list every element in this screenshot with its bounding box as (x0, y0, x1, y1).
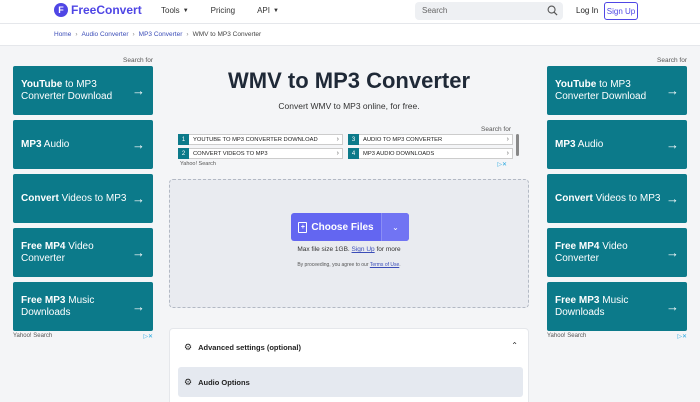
chevron-right-icon: › (336, 136, 339, 143)
max-size-note: Max file size 1GB. Sign Up for more (297, 246, 401, 253)
ad-search-for: Search for (123, 57, 153, 64)
choose-files-button[interactable]: + Choose Files ⌄ (291, 213, 409, 241)
arrow-right-icon: → (132, 245, 145, 260)
audio-options-section[interactable]: ⚙ Audio Options (178, 367, 523, 397)
left-ad-column: Search for YouTube to MP3 Converter Down… (13, 57, 153, 340)
top-header: F FreeConvert Tools ▼ Pricing API ▼ Search… (0, 0, 700, 24)
ad-search-for: Search for (481, 126, 511, 133)
arrow-right-icon: → (666, 299, 679, 314)
page-subtitle: Convert WMV to MP3 online, for free. (278, 101, 420, 111)
signup-link[interactable]: Sign Up (352, 246, 375, 253)
breadcrumb-mp3-converter[interactable]: MP3 Converter (139, 31, 183, 45)
file-add-icon: + (298, 221, 308, 233)
terms-note: By proceeding, you agree to our Terms of… (297, 262, 401, 268)
keyword-link[interactable]: 2 CONVERT VIDEOS TO MP3 › (178, 148, 343, 159)
ad-tile[interactable]: MP3 Audio → (547, 120, 687, 169)
ad-tile[interactable]: MP3 Audio → (13, 120, 153, 169)
breadcrumb-audio-converter[interactable]: Audio Converter (82, 31, 129, 45)
breadcrumb-home[interactable]: Home (54, 31, 71, 45)
logo-free: Free (71, 3, 97, 17)
arrow-right-icon: → (132, 191, 145, 206)
adchoices-icon[interactable]: ▷✕ (677, 333, 687, 340)
logo[interactable]: F FreeConvert (54, 3, 142, 17)
ad-tile[interactable]: Free MP3 Music Downloads → (13, 282, 153, 331)
chevron-down-icon: ▼ (182, 7, 189, 14)
arrow-right-icon: → (666, 245, 679, 260)
arrow-right-icon: → (132, 137, 145, 152)
ad-tile[interactable]: Free MP3 Music Downloads → (547, 282, 687, 331)
chevron-up-icon[interactable]: ⌃ (511, 341, 518, 350)
keyword-link[interactable]: 3 AUDIO TO MP3 CONVERTER › (348, 134, 513, 145)
chevron-right-icon: › (506, 150, 509, 157)
arrow-right-icon: → (666, 83, 679, 98)
ad-search-for: Search for (657, 57, 687, 64)
login-link[interactable]: Log In (576, 6, 598, 15)
nav-api[interactable]: API ▼ (257, 6, 279, 15)
advanced-settings-panel: ⚙ Advanced settings (optional) ⌃ ⚙ Audio O… (169, 328, 529, 402)
ad-tile[interactable]: Convert Videos to MP3 → (13, 174, 153, 223)
breadcrumb-current: WMV to MP3 Converter (192, 31, 262, 38)
logo-icon: F (54, 3, 68, 17)
right-ad-column: Search for YouTube to MP3 Converter Down… (547, 57, 687, 340)
ad-tile[interactable]: Convert Videos to MP3 → (547, 174, 687, 223)
chevron-right-icon: › (336, 150, 339, 157)
gear-icon: ⚙ (184, 342, 193, 352)
keyword-ad-block: Search for 1 YOUTUBE TO MP3 CONVERTER DOW… (178, 126, 519, 168)
gear-icon: ⚙ (184, 376, 193, 387)
logo-convert: Convert (96, 3, 142, 17)
keyword-link[interactable]: 4 MP3 AUDIO DOWNLOADS › (348, 148, 513, 159)
advanced-settings-toggle[interactable]: ⚙ Advanced settings (optional) (184, 342, 301, 353)
ad-tile[interactable]: Free MP4 Video Converter → (13, 228, 153, 277)
upload-source-dropdown[interactable]: ⌄ (381, 213, 409, 241)
keyword-link[interactable]: 1 YOUTUBE TO MP3 CONVERTER DOWNLOAD › (178, 134, 343, 145)
ad-tile[interactable]: YouTube to MP3 Converter Download → (13, 66, 153, 115)
nav-tools[interactable]: Tools ▼ (161, 6, 189, 15)
file-dropzone[interactable]: + Choose Files ⌄ Max file size 1GB. Sign … (169, 179, 529, 308)
chevron-down-icon: ▼ (273, 7, 279, 14)
arrow-right-icon: → (132, 83, 145, 98)
page-title: WMV to MP3 Converter (227, 68, 471, 93)
ad-scrollbar[interactable] (516, 134, 519, 156)
nav-pricing[interactable]: Pricing (211, 6, 235, 15)
ad-tile[interactable]: YouTube to MP3 Converter Download → (547, 66, 687, 115)
search-input[interactable]: Search (415, 2, 563, 20)
adchoices-icon[interactable]: ▷✕ (143, 333, 153, 340)
chevron-right-icon: › (506, 136, 509, 143)
arrow-right-icon: → (132, 299, 145, 314)
signup-button[interactable]: Sign Up (604, 2, 638, 20)
search-icon[interactable] (547, 5, 558, 16)
ad-footer: Yahoo! Search (13, 333, 53, 339)
arrow-right-icon: → (666, 137, 679, 152)
main-nav: Tools ▼ Pricing API ▼ (161, 6, 301, 15)
chevron-down-icon: ⌄ (392, 222, 399, 232)
terms-link[interactable]: Terms of Use (370, 262, 399, 268)
adchoices-icon[interactable]: ▷✕ (497, 161, 507, 168)
ad-tile[interactable]: Free MP4 Video Converter → (547, 228, 687, 277)
ad-footer: Yahoo! Search (547, 333, 587, 339)
arrow-right-icon: → (666, 191, 679, 206)
ad-footer: Yahoo! Search (180, 161, 216, 167)
breadcrumb: Home › Audio Converter › MP3 Converter › WM… (0, 24, 700, 46)
